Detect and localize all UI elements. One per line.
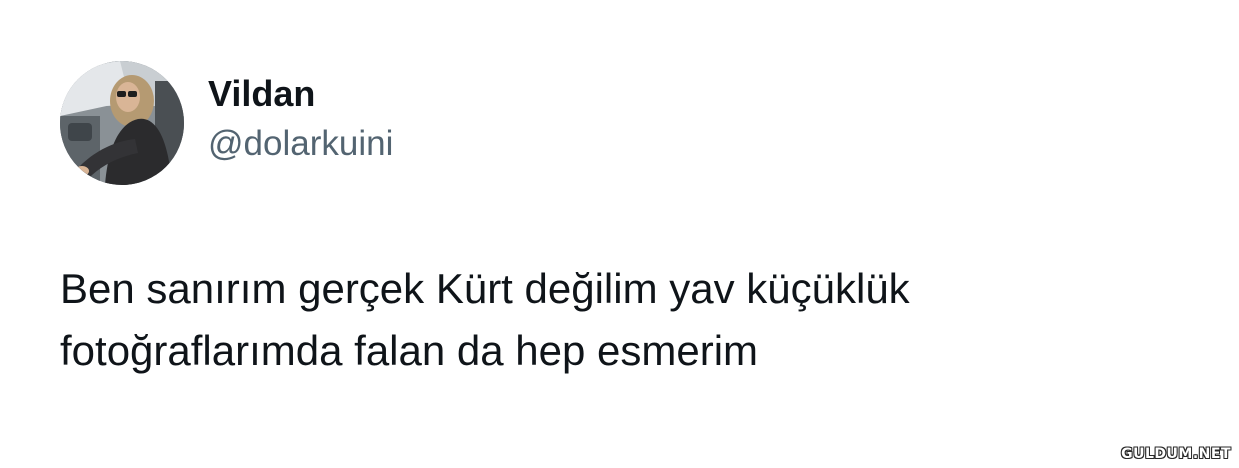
- user-handle[interactable]: @dolarkuini: [208, 122, 393, 166]
- user-block: Vildan @dolarkuini: [208, 61, 393, 185]
- watermark: GULDUM.NET: [1121, 446, 1231, 462]
- tweet-card: Vildan @dolarkuini Ben sanırım gerçek Kü…: [0, 0, 1239, 468]
- tweet-text: Ben sanırım gerçek Kürt değilim yav küçü…: [60, 265, 910, 374]
- avatar[interactable]: [60, 61, 184, 185]
- profile-photo: [60, 61, 184, 185]
- display-name[interactable]: Vildan: [208, 72, 393, 116]
- tweet-header: Vildan @dolarkuini: [60, 61, 393, 185]
